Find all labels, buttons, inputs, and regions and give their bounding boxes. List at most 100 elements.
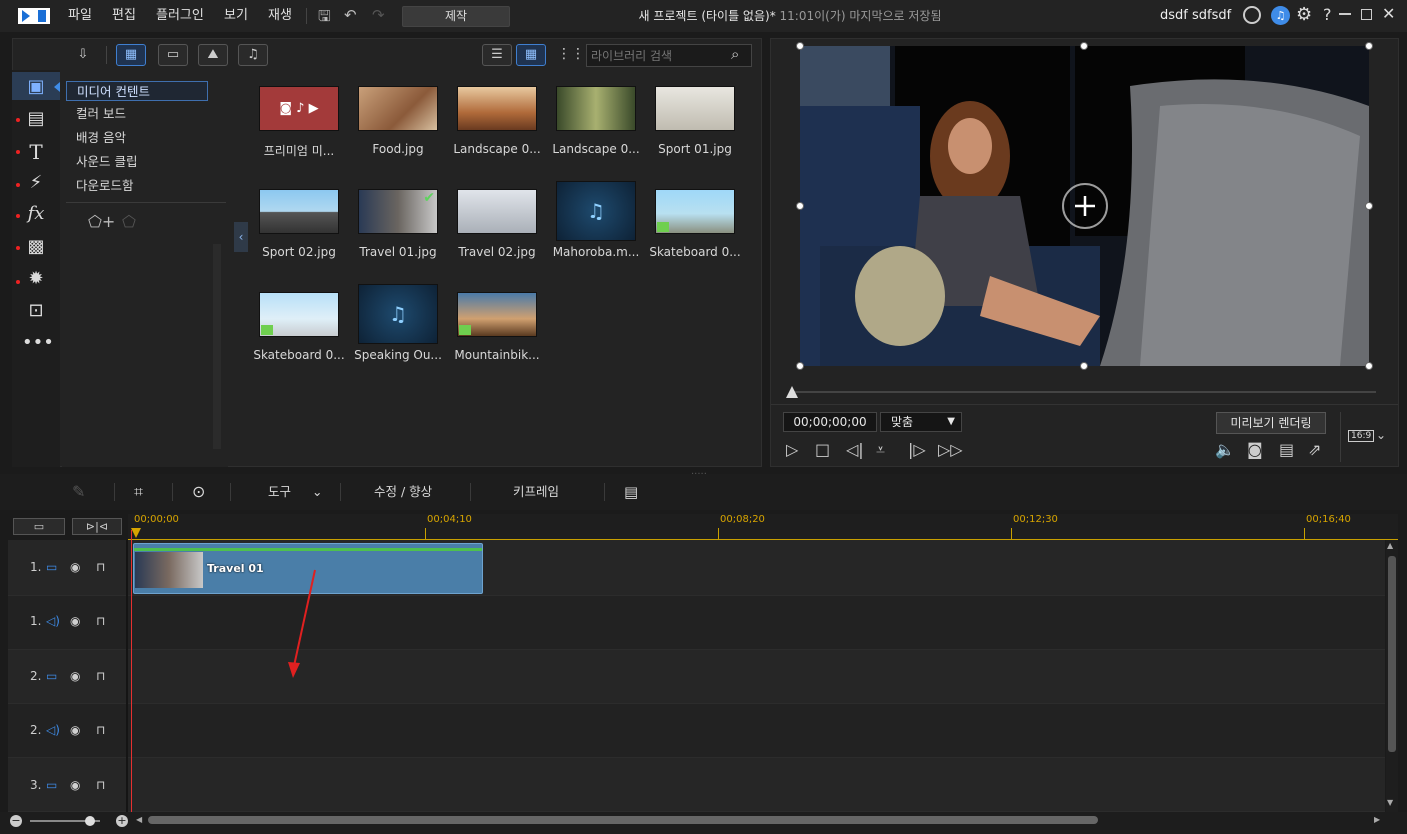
track-row-audio-1[interactable] (8, 596, 1385, 650)
media-thumbnail[interactable]: ♫ (358, 284, 438, 344)
clip-list-icon[interactable]: ▤ (624, 474, 638, 510)
lock-icon[interactable]: ⊓ (96, 669, 105, 683)
media-room-icon[interactable]: ▣ (22, 76, 50, 100)
resize-handle[interactable] (1365, 362, 1373, 370)
resize-handle[interactable] (1365, 42, 1373, 50)
eye-icon[interactable]: ◉ (70, 723, 80, 737)
video-filter-button[interactable]: ▭ (158, 44, 188, 66)
timecode-display[interactable]: 00;00;00;00 (783, 412, 877, 432)
maximize-icon[interactable] (1361, 9, 1372, 20)
eye-icon[interactable]: ◉ (70, 560, 80, 574)
media-thumbnail[interactable] (556, 86, 636, 131)
zoom-in-icon[interactable]: + (116, 815, 128, 827)
overlay-room-icon[interactable]: ▩ (22, 236, 50, 260)
fx-room-icon[interactable]: fx (22, 203, 50, 227)
lock-icon[interactable]: ⊓ (96, 614, 105, 628)
category-scrollbar[interactable] (213, 244, 221, 449)
produce-button[interactable]: 제작 (402, 6, 510, 27)
next-frame-icon[interactable]: |▷ (908, 440, 926, 459)
user-name[interactable]: dsdf sdfsdf (1160, 0, 1231, 32)
media-thumbnail[interactable]: ◙ ♪ ▶ (259, 86, 339, 131)
keyframe-button[interactable]: 키프레임 (513, 474, 559, 510)
redo-icon[interactable]: ↷ (372, 6, 385, 24)
menu-edit[interactable]: 편집 (112, 0, 136, 32)
save-icon[interactable]: 🖫 (318, 6, 331, 31)
lock-icon[interactable]: ⊓ (96, 560, 105, 574)
media-thumbnail[interactable]: ✔ (358, 189, 438, 234)
timeline-horizontal-scrollbar[interactable] (148, 816, 1098, 824)
fit-timeline-button[interactable]: ⊳|⊲ (72, 518, 122, 535)
scrollbar-thumb[interactable] (1388, 556, 1396, 752)
resize-handle[interactable] (796, 202, 804, 210)
fix-enhance-button[interactable]: 수정 / 향상 (374, 474, 432, 510)
library-scrollbar[interactable] (748, 70, 758, 466)
scroll-down-icon[interactable]: ▼ (1387, 798, 1393, 807)
close-icon[interactable]: ✕ (1382, 4, 1395, 23)
play-icon[interactable]: ▷ (786, 440, 798, 459)
library-search-input[interactable] (586, 44, 752, 67)
media-filter-all-button[interactable]: ▦ (116, 44, 146, 66)
zoom-slider-thumb[interactable] (85, 816, 95, 826)
scroll-left-icon[interactable]: ◀ (136, 815, 142, 824)
preview-scrubber[interactable] (792, 391, 1376, 393)
media-thumbnail[interactable] (259, 292, 339, 337)
category-color-board[interactable]: 컬러 보드 (66, 104, 208, 124)
resize-handle[interactable] (1080, 42, 1088, 50)
track-row-video-2[interactable] (8, 650, 1385, 704)
previous-frame-icon[interactable]: ◁| (846, 440, 864, 459)
media-thumbnail[interactable] (358, 86, 438, 131)
menu-circle-icon[interactable]: ⊙ (192, 474, 205, 510)
scroll-right-icon[interactable]: ▶ (1374, 815, 1380, 824)
title-room-icon[interactable]: T (22, 140, 50, 164)
resize-handle[interactable] (796, 362, 804, 370)
undo-icon[interactable]: ↶ (344, 6, 357, 24)
subtitle-icon[interactable]: ▤ (1279, 440, 1294, 459)
playhead[interactable] (131, 530, 132, 812)
aspect-ratio-badge[interactable]: 16:9 (1348, 430, 1375, 442)
gear-icon[interactable]: ⚙ (1296, 4, 1312, 25)
resize-handle[interactable] (796, 42, 804, 50)
category-background-music[interactable]: 배경 음악 (66, 128, 208, 148)
media-thumbnail[interactable] (457, 292, 537, 337)
scroll-up-icon[interactable]: ▲ (1387, 541, 1393, 550)
audio-filter-button[interactable]: ♫ (238, 44, 268, 66)
media-thumbnail[interactable] (457, 86, 537, 131)
collapse-panel-icon[interactable]: ‹ (234, 222, 248, 252)
preview-video-frame[interactable] (800, 46, 1369, 366)
lock-icon[interactable]: ⊓ (96, 778, 105, 792)
lock-icon[interactable]: ⊓ (96, 723, 105, 737)
camera-icon[interactable]: ◙ (1247, 440, 1263, 459)
resize-handle[interactable] (1080, 362, 1088, 370)
track-manager-button[interactable]: ▭ (13, 518, 65, 535)
help-icon[interactable]: ? (1323, 5, 1332, 24)
category-downloads[interactable]: 다운로드함 (66, 176, 208, 196)
fast-forward-icon[interactable]: ▷▷ (938, 440, 963, 459)
media-thumbnail[interactable]: ♫ (556, 181, 636, 241)
media-thumbnail[interactable] (655, 86, 735, 131)
minimize-icon[interactable] (1339, 13, 1351, 15)
track-row-video-3[interactable] (8, 758, 1385, 812)
undock-icon[interactable]: ⇗ (1308, 440, 1321, 459)
grid-view-button[interactable]: ▦ (516, 44, 546, 66)
snapshot-marker-icon[interactable]: ⩡ (876, 440, 885, 460)
resize-handle[interactable] (1365, 202, 1373, 210)
media-thumbnail[interactable] (259, 189, 339, 234)
search-icon[interactable]: ⌕ (731, 45, 739, 63)
pen-icon[interactable]: ✎ (72, 474, 85, 510)
category-sound-clips[interactable]: 사운드 클립 (66, 152, 208, 172)
transitions-room-icon[interactable]: ⚡ (22, 172, 50, 196)
crop-icon[interactable]: ⌗ (134, 474, 143, 510)
stop-icon[interactable]: □ (815, 440, 830, 459)
preview-render-button[interactable]: 미리보기 렌더링 (1216, 412, 1326, 434)
subtitle-room-icon[interactable]: ⊡ (22, 300, 50, 324)
import-media-icon[interactable]: ⇩ (68, 44, 98, 66)
category-media-content[interactable]: 미디어 컨텐트 (66, 81, 208, 101)
remove-tag-icon[interactable]: ⬠ (122, 212, 136, 231)
eye-icon[interactable]: ◉ (70, 669, 80, 683)
more-grid-icon[interactable]: ⋮⋮ (557, 46, 585, 62)
menu-plugins[interactable]: 플러그인 (156, 0, 204, 32)
volume-icon[interactable]: 🔈 (1215, 440, 1235, 459)
eye-icon[interactable]: ◉ (70, 778, 80, 792)
zoom-out-icon[interactable]: − (10, 815, 22, 827)
eye-icon[interactable]: ◉ (70, 614, 80, 628)
